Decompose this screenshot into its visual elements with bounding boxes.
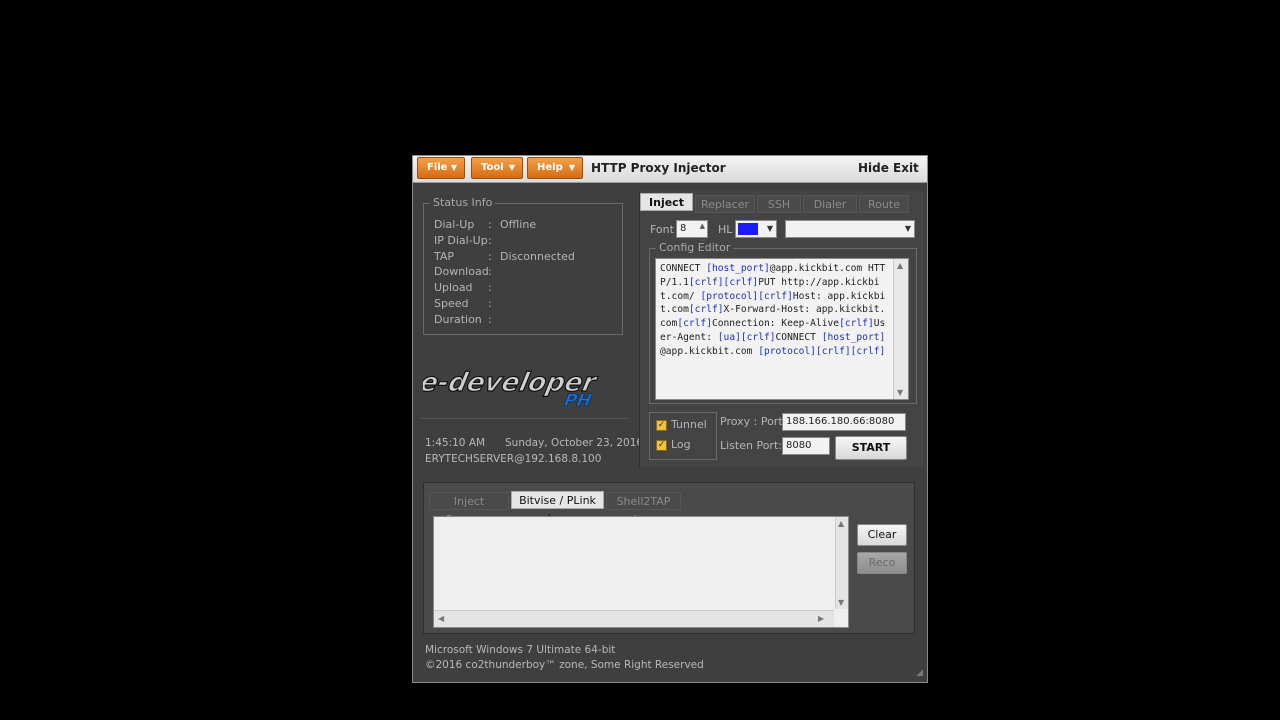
preset-select[interactable]: ▼ <box>785 220 915 238</box>
status-label: TAP <box>434 249 455 263</box>
tunnel-label: Tunnel <box>671 418 707 431</box>
log-hscroll[interactable]: ◀ ▶ <box>434 610 834 627</box>
status-label: Download <box>434 265 489 279</box>
help-menu-button[interactable]: Help ▼ <box>527 157 583 179</box>
tab-bitvise-log[interactable]: Bitvise / PLink Log <box>511 491 604 525</box>
copyright-text: ©2016 co2thunderboy™ zone, Some Right Re… <box>425 659 704 671</box>
status-separator: : <box>488 297 492 310</box>
font-size-stepper[interactable]: 8 ▲▼ <box>676 220 708 246</box>
app-logo: e-developer PH <box>423 368 601 412</box>
log-checkbox[interactable]: ✓ <box>656 440 667 451</box>
tab-ssh[interactable]: SSH <box>757 195 801 213</box>
tunnel-checkbox[interactable]: ✓ <box>656 420 667 431</box>
status-value: Disconnected <box>500 249 575 263</box>
help-menu-label: Help <box>537 162 563 173</box>
chevron-down-icon: ▼ <box>450 163 457 172</box>
scroll-down-icon: ▼ <box>838 598 845 607</box>
proxy-port-label: Proxy : Port <box>720 415 783 428</box>
editor-keyword: [protocol][crlf] <box>700 290 793 302</box>
clock-time: 1:45:10 AM <box>425 437 486 449</box>
status-label: Speed <box>434 297 469 310</box>
divider <box>421 418 629 419</box>
editor-keyword: [host_port] <box>821 331 886 343</box>
tab-replacer[interactable]: Replacer <box>695 195 755 213</box>
log-output[interactable]: ▲ ▼ ◀ ▶ <box>433 516 849 628</box>
status-info-title: Status Info <box>430 196 496 209</box>
status-separator: : <box>488 233 492 247</box>
editor-keyword: [crlf] <box>839 318 874 330</box>
listen-port-value: 8080 <box>786 440 812 451</box>
status-label: IP Dial-Up <box>434 233 488 247</box>
proxy-port-input[interactable]: 188.166.180.66:8080 <box>782 413 906 431</box>
os-info: Microsoft Windows 7 Ultimate 64-bit <box>425 644 616 656</box>
status-separator: : <box>488 249 492 263</box>
editor-keyword: [host_port] <box>706 263 770 274</box>
config-editor-title: Config Editor <box>656 241 734 254</box>
scroll-right-icon: ▶ <box>818 614 825 623</box>
status-separator: : <box>488 218 492 231</box>
reco-button[interactable]: Reco <box>857 552 907 574</box>
editor-keyword: [protocol][crlf][crlf] <box>758 345 886 357</box>
editor-text-run: CONNECT <box>775 331 822 343</box>
svg-text:PH: PH <box>562 391 593 411</box>
editor-keyword: [crlf] <box>677 318 712 330</box>
status-value: Offline <box>500 218 537 231</box>
chevron-down-icon: ▼ <box>508 163 515 172</box>
tool-menu-button[interactable]: Tool ▼ <box>471 157 523 179</box>
status-label: Duration <box>434 312 482 326</box>
title-bar: File ▼ Tool ▼ Help ▼ HTTP Proxy Injector… <box>413 156 927 183</box>
hide-button[interactable]: Hide <box>858 161 889 175</box>
tab-inject-response[interactable]: Inject Respons <box>429 492 509 526</box>
tool-menu-label: Tool <box>481 162 504 173</box>
log-label: Log <box>671 438 691 451</box>
exit-button[interactable]: Exit <box>893 161 919 175</box>
status-separator: : <box>488 281 492 295</box>
editor-keyword: [crlf][crlf] <box>688 276 759 288</box>
tab-dialer[interactable]: Dialer <box>803 195 857 213</box>
status-separator: : <box>488 265 492 279</box>
editor-scrollbar[interactable]: ▲ ▼ <box>893 259 908 399</box>
clear-button[interactable]: Clear <box>857 524 907 546</box>
hl-color-picker[interactable]: ▼ <box>735 220 777 238</box>
editor-keyword: [ua][crlf] <box>717 331 776 343</box>
main-window: File ▼ Tool ▼ Help ▼ HTTP Proxy Injector… <box>412 155 928 683</box>
editor-text-run: @app.kickbit.com <box>660 345 759 357</box>
listen-port-input[interactable]: 8080 <box>782 437 830 455</box>
editor-keyword: [crlf] <box>688 304 724 316</box>
scroll-down-icon: ▼ <box>897 388 904 397</box>
scroll-up-icon: ▲ <box>838 519 845 528</box>
config-editor-text: CONNECT [host_port]@app.kickbit.com HTTP… <box>656 259 908 359</box>
tab-shell2tap-log[interactable]: Shell2TAP Log <box>606 492 681 526</box>
resize-grip-icon[interactable]: ◢ <box>916 668 923 678</box>
editor-text-run: Connection: Keep-Alive <box>711 318 840 330</box>
start-button[interactable]: START <box>835 436 907 460</box>
config-editor[interactable]: CONNECT [host_port]@app.kickbit.com HTTP… <box>655 258 909 400</box>
chevron-down-icon: ▼ <box>568 163 575 172</box>
clock-date: Sunday, October 23, 2016 <box>505 437 644 449</box>
app-title: HTTP Proxy Injector <box>591 161 726 175</box>
log-vscroll[interactable]: ▲ ▼ <box>835 517 848 609</box>
file-menu-button[interactable]: File ▼ <box>417 157 465 179</box>
listen-port-label: Listen Port: <box>720 439 782 452</box>
chevron-down-icon: ▼ <box>904 224 911 233</box>
editor-text-run: CONNECT <box>660 263 707 274</box>
status-info-panel: Status Info Dial-Up: Offline IP Dial-Up: TA… <box>423 196 623 335</box>
scroll-up-icon: ▲ <box>897 261 904 270</box>
font-label: Font <box>650 223 674 236</box>
proxy-port-value: 188.166.180.66:8080 <box>786 416 895 427</box>
hl-label: HL <box>718 223 733 236</box>
status-label: Dial-Up <box>434 218 475 231</box>
server-address: ERYTECHSERVER@192.168.8.100 <box>425 453 602 465</box>
font-size-value: 8 <box>680 223 687 234</box>
chevron-down-icon: ▼ <box>766 224 773 233</box>
tab-inject[interactable]: Inject <box>640 193 693 211</box>
status-label: Upload <box>434 281 473 295</box>
scroll-left-icon: ◀ <box>438 614 445 623</box>
status-separator: : <box>488 312 492 326</box>
hl-color-swatch <box>738 223 758 235</box>
tab-route[interactable]: Route <box>859 195 909 213</box>
file-menu-label: File <box>427 162 448 173</box>
